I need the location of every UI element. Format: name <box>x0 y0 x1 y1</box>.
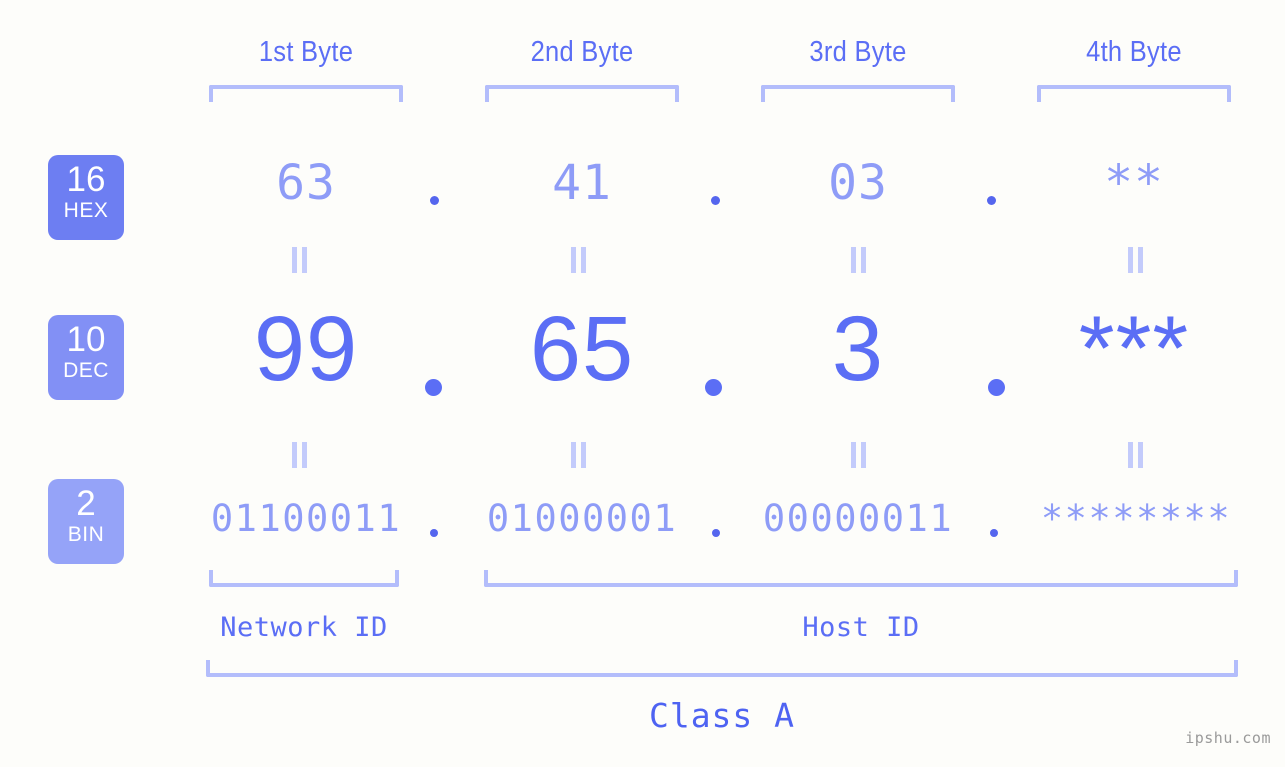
site-watermark: ipshu.com <box>1185 729 1271 747</box>
equality-mark-hex-dec-2 <box>571 247 589 273</box>
dec-value-byte-1: 99 <box>253 298 359 400</box>
bin-separator-dot-2 <box>712 529 720 537</box>
equality-mark-hex-dec-1 <box>292 247 310 273</box>
radix-badge-dec-number: 10 <box>66 320 106 359</box>
byte-header-3: 3rd Byte <box>809 36 907 68</box>
dec-separator-dot-1 <box>425 379 442 396</box>
radix-badge-hex[interactable]: 16 HEX <box>48 155 124 240</box>
equality-mark-dec-bin-4 <box>1128 442 1146 468</box>
class-bracket <box>206 660 1238 677</box>
dec-value-byte-3: 3 <box>831 298 885 400</box>
radix-badge-bin[interactable]: 2 BIN <box>48 479 124 564</box>
byte-header-4: 4th Byte <box>1086 36 1182 68</box>
bin-separator-dot-3 <box>990 529 998 537</box>
equality-mark-hex-dec-3 <box>851 247 869 273</box>
radix-badge-dec-name: DEC <box>63 359 109 382</box>
network-id-label: Network ID <box>220 612 388 643</box>
equality-mark-hex-dec-4 <box>1128 247 1146 273</box>
dec-separator-dot-3 <box>988 379 1005 396</box>
byte-bracket-4 <box>1037 85 1231 102</box>
ip-byte-diagram: 1st Byte 2nd Byte 3rd Byte 4th Byte 16 H… <box>0 0 1285 767</box>
hex-separator-dot-2 <box>711 196 720 205</box>
radix-badge-hex-number: 16 <box>66 160 106 199</box>
radix-badge-hex-name: HEX <box>63 199 109 222</box>
bin-value-byte-4: ******** <box>1040 497 1232 540</box>
byte-header-1: 1st Byte <box>258 36 354 68</box>
dec-value-byte-4: *** <box>1078 298 1190 400</box>
bin-value-byte-2: 01000001 <box>486 497 678 540</box>
class-label: Class A <box>648 696 796 735</box>
equality-mark-dec-bin-2 <box>571 442 589 468</box>
radix-badge-bin-number: 2 <box>76 484 96 523</box>
hex-separator-dot-3 <box>987 196 996 205</box>
host-id-bracket <box>484 570 1238 587</box>
byte-bracket-2 <box>485 85 679 102</box>
hex-value-byte-2: 41 <box>552 155 612 211</box>
dec-separator-dot-2 <box>705 379 722 396</box>
bin-separator-dot-1 <box>430 529 438 537</box>
hex-value-byte-3: 03 <box>828 155 888 211</box>
radix-badge-bin-name: BIN <box>67 523 105 546</box>
bin-value-byte-3: 00000011 <box>762 497 954 540</box>
host-id-label: Host ID <box>802 612 920 643</box>
network-id-bracket <box>209 570 399 587</box>
equality-mark-dec-bin-3 <box>851 442 869 468</box>
radix-badge-dec[interactable]: 10 DEC <box>48 315 124 400</box>
hex-value-byte-4: ** <box>1104 155 1164 211</box>
byte-header-2: 2nd Byte <box>530 36 634 68</box>
bin-value-byte-1: 01100011 <box>210 497 402 540</box>
hex-value-byte-1: 63 <box>276 155 336 211</box>
hex-separator-dot-1 <box>430 196 439 205</box>
byte-bracket-3 <box>761 85 955 102</box>
dec-value-byte-2: 65 <box>529 298 635 400</box>
equality-mark-dec-bin-1 <box>292 442 310 468</box>
byte-bracket-1 <box>209 85 403 102</box>
